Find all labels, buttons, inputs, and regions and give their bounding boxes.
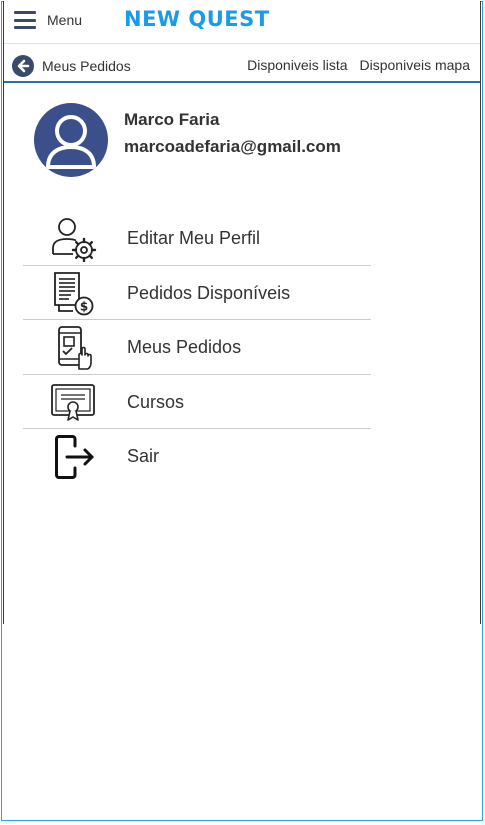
phone-touch-icon	[58, 326, 92, 370]
menu-item-label: Editar Meu Perfil	[127, 228, 261, 248]
user-email: marcoadefaria@gmail.com	[124, 137, 341, 156]
menu-item-meus-pedidos[interactable]: Meus Pedidos	[23, 320, 371, 375]
svg-text:$: $	[80, 299, 88, 313]
avatar	[34, 103, 108, 177]
invoice-dollar-icon: $	[54, 271, 94, 315]
menu-item-label: Sair	[127, 446, 160, 466]
profile-card: Marco Faria marcoadefaria@gmail.com	[34, 103, 454, 183]
top-bar: Menu NEW QUEST	[4, 1, 480, 43]
user-name: Marco Faria	[124, 110, 220, 129]
hamburger-icon	[14, 11, 36, 29]
nav-link-disponiveis-lista[interactable]: Disponiveis lista	[247, 57, 347, 73]
menu-item-label: Cursos	[127, 391, 185, 412]
menu-item-cursos[interactable]: Cursos	[23, 375, 371, 429]
menu-item-pedidos-disponiveis[interactable]: $ Pedidos Disponíveis	[23, 266, 371, 320]
brand-logo: NEW QUEST	[124, 7, 270, 31]
user-gear-icon	[52, 218, 97, 262]
logout-icon	[55, 435, 94, 479]
certificate-icon	[51, 383, 95, 421]
arrow-left-icon	[12, 55, 34, 77]
menu-item-sair[interactable]: Sair	[23, 429, 371, 484]
sub-navigation: Meus Pedidos Disponiveis lista Disponive…	[4, 43, 480, 83]
user-avatar-icon	[46, 115, 96, 169]
back-button[interactable]: Meus Pedidos	[12, 55, 131, 77]
menu-button[interactable]: Menu	[14, 11, 82, 29]
menu-list: Editar Meu Perfil $ Pedidos Disponíveis	[23, 211, 371, 484]
menu-label: Menu	[47, 12, 83, 28]
nav-links: Disponiveis lista Disponiveis mapa	[247, 57, 470, 73]
app-panel: Menu NEW QUEST Meus Pedidos Disponiveis …	[3, 1, 481, 624]
nav-link-disponiveis-mapa[interactable]: Disponiveis mapa	[360, 57, 471, 73]
menu-item-editar-perfil[interactable]: Editar Meu Perfil	[23, 211, 371, 266]
menu-item-label: Pedidos Disponíveis	[127, 282, 291, 303]
back-label: Meus Pedidos	[42, 58, 131, 74]
menu-item-label: Meus Pedidos	[127, 337, 242, 357]
